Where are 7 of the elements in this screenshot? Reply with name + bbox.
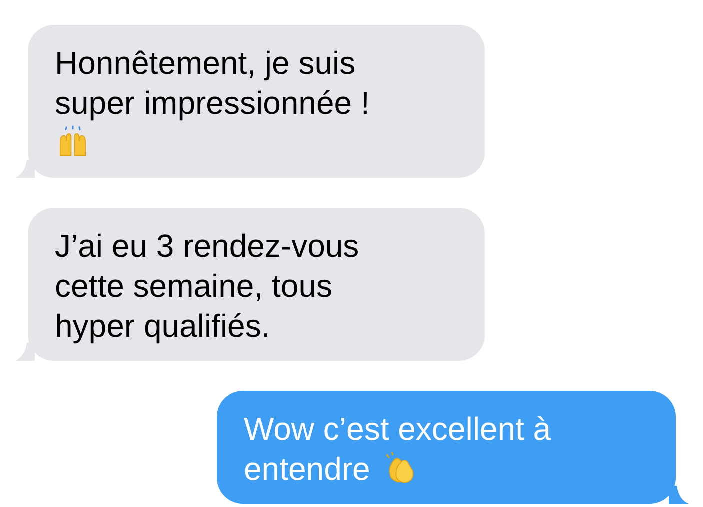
message-text: Wow c’est excellent à: [244, 410, 552, 449]
message-text: cette semaine, tous: [55, 267, 332, 306]
message-text: super impressionnée !: [55, 84, 370, 123]
message-text: J’ai eu 3 rendez-vous: [55, 227, 360, 266]
message-text: Honnêtement, je suis: [55, 44, 356, 83]
message-text: hyper qualifiés.: [55, 307, 270, 346]
message-text: entendre: [244, 450, 370, 489]
